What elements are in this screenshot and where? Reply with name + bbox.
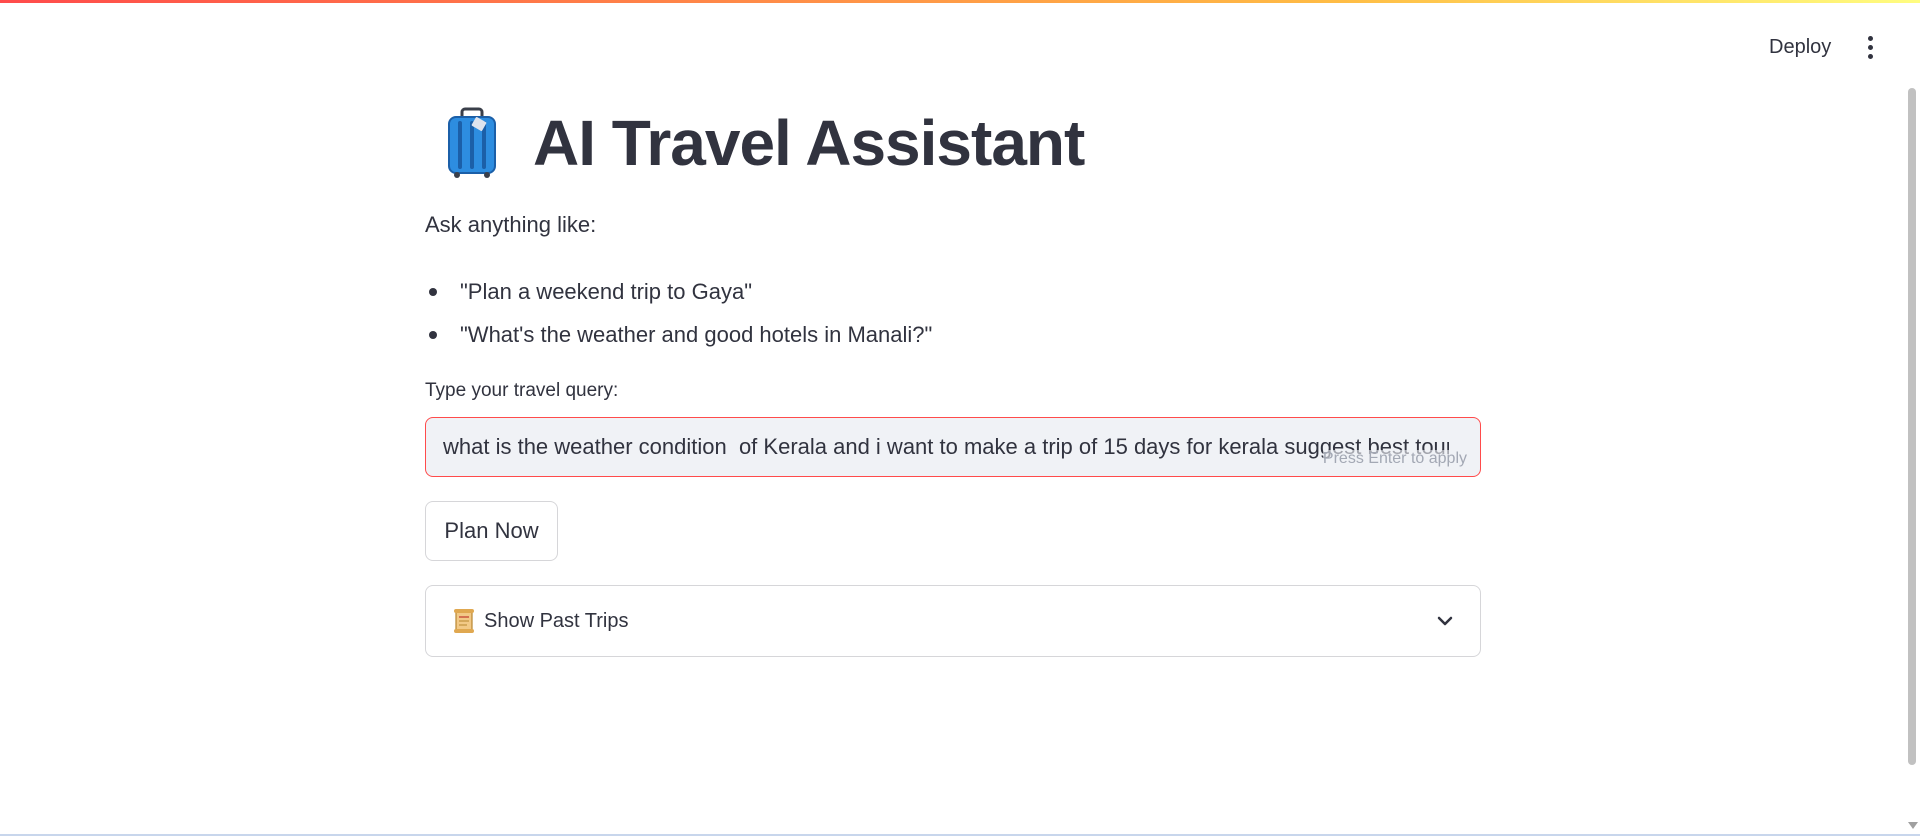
title-row: AI Travel Assistant (425, 90, 1481, 195)
expander-label: Show Past Trips (484, 609, 629, 632)
travel-query-input[interactable] (426, 418, 1466, 476)
list-item: "What's the weather and good hotels in M… (425, 313, 932, 356)
plan-now-button[interactable]: Plan Now (425, 501, 558, 561)
scroll-icon (454, 609, 474, 633)
deploy-button[interactable]: Deploy (1757, 31, 1843, 63)
past-trips-expander[interactable]: Show Past Trips (425, 585, 1481, 657)
enter-hint: Press Enter to apply (1322, 450, 1467, 468)
luggage-icon (448, 107, 496, 178)
query-label: Type your travel query: (425, 380, 619, 401)
bottom-divider (0, 834, 1920, 836)
chevron-down-icon[interactable] (1436, 612, 1454, 630)
scrollbar-thumb[interactable] (1908, 88, 1916, 765)
query-input-container: Press Enter to apply (425, 417, 1481, 477)
app-header: Deploy (0, 3, 1920, 83)
intro-text: Ask anything like: (425, 212, 597, 237)
kebab-menu-icon[interactable] (1858, 29, 1882, 65)
list-item: "Plan a weekend trip to Gaya" (425, 270, 932, 313)
page-title: AI Travel Assistant (533, 106, 1085, 179)
main-content: AI Travel Assistant Ask anything like: "… (425, 90, 1481, 657)
example-list: "Plan a weekend trip to Gaya" "What's th… (425, 270, 932, 356)
scroll-down-arrow-icon[interactable] (1908, 822, 1918, 829)
